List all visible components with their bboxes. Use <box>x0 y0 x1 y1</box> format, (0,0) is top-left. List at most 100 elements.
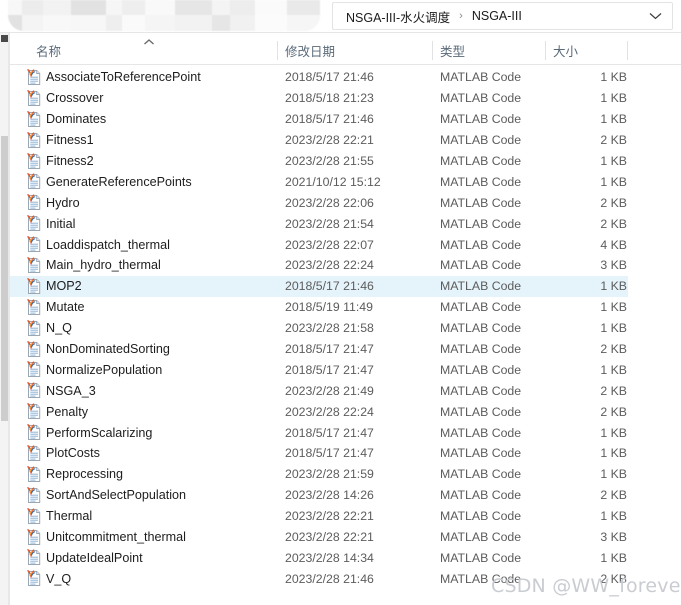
file-name-cell: Thermal <box>46 509 93 524</box>
redacted-block <box>106 15 122 31</box>
table-row[interactable]: Dominates 2018/5/17 21:46 MATLAB Code 1 KB <box>10 109 628 130</box>
column-header-date-modified[interactable]: 修改日期 <box>285 36 335 65</box>
file-name-cell: Penalty <box>46 404 89 419</box>
breadcrumb-item-current[interactable]: NSGA-III <box>469 7 525 25</box>
file-size-cell: 1 KB <box>600 550 627 565</box>
table-row[interactable]: PlotCosts 2018/5/17 21:47 MATLAB Code 1 KB <box>10 443 628 464</box>
file-type-cell: MATLAB Code <box>440 509 522 524</box>
file-date-cell: 2023/2/28 22:24 <box>285 258 374 273</box>
file-list[interactable]: AssociateToReferencePoint 2018/5/17 21:46… <box>10 67 681 605</box>
file-type-cell: MATLAB Code <box>440 237 522 252</box>
file-date-cell: 2018/5/17 21:47 <box>285 342 374 357</box>
table-row[interactable]: NSGA_3 2023/2/28 21:49 MATLAB Code 2 KB <box>10 380 628 401</box>
redacted-block <box>43 15 71 31</box>
column-divider-1[interactable] <box>277 41 278 60</box>
file-type-cell: MATLAB Code <box>440 467 522 482</box>
table-row[interactable]: Fitness1 2023/2/28 22:21 MATLAB Code 2 KB <box>10 130 628 151</box>
file-date-cell: 2018/5/19 11:49 <box>285 300 373 315</box>
redacted-block <box>22 15 43 31</box>
file-name-cell: AssociateToReferencePoint <box>46 70 201 85</box>
file-date-cell: 2023/2/28 14:26 <box>285 488 374 503</box>
column-header-size[interactable]: 大小 <box>553 36 578 65</box>
matlab-file-icon <box>26 194 42 211</box>
matlab-file-icon <box>26 361 42 378</box>
matlab-file-icon <box>26 382 42 399</box>
file-name-cell: NonDominatedSorting <box>46 342 170 357</box>
table-row[interactable]: AssociateToReferencePoint 2018/5/17 21:46… <box>10 67 628 88</box>
matlab-file-icon <box>26 298 42 316</box>
table-row[interactable]: GenerateReferencePoints 2021/10/12 15:12 M… <box>10 171 628 192</box>
navigation-pane-scrollbar[interactable] <box>0 33 9 605</box>
file-date-cell: 2021/10/12 15:12 <box>285 174 381 189</box>
table-row[interactable]: Initial 2023/2/28 21:54 MATLAB Code 2 KB <box>10 213 628 234</box>
table-row[interactable]: MOP2 2018/5/17 21:46 MATLAB Code 1 KB <box>10 275 628 297</box>
table-row[interactable]: V_Q 2023/2/28 21:46 MATLAB Code 2 KB <box>10 568 628 589</box>
file-type-cell: MATLAB Code <box>440 530 522 545</box>
redacted-block <box>145 15 175 31</box>
matlab-file-icon <box>26 89 42 107</box>
matlab-file-icon <box>26 257 42 274</box>
explorer-toolbar: NSGA-III-水火调度 › NSGA-III <box>0 0 681 33</box>
file-name-cell: Loaddispatch_thermal <box>46 237 170 252</box>
file-name-cell: Hydro <box>46 195 80 210</box>
table-row[interactable]: Crossover 2018/5/18 21:23 MATLAB Code 1 KB <box>10 88 628 109</box>
file-explorer-window: NSGA-III-水火调度 › NSGA-III 名称 修改日期 类型 大小 A… <box>0 0 681 605</box>
table-row[interactable]: NonDominatedSorting 2018/5/17 21:47 MATLAB… <box>10 339 628 360</box>
address-bar[interactable]: NSGA-III-水火调度 › NSGA-III <box>332 2 673 30</box>
file-type-cell: MATLAB Code <box>440 321 522 336</box>
file-name-cell: PerformScalarizing <box>46 425 153 440</box>
table-row[interactable]: Unitcommitment_thermal 2023/2/28 22:21 MAT… <box>10 527 628 548</box>
file-size-cell: 4 KB <box>600 237 627 252</box>
file-date-cell: 2023/2/28 21:58 <box>285 321 374 336</box>
column-header-row: 名称 修改日期 类型 大小 <box>10 36 681 65</box>
breadcrumb-item-parent[interactable]: NSGA-III-水火调度 <box>343 5 453 28</box>
file-type-cell: MATLAB Code <box>440 446 522 461</box>
matlab-file-icon <box>26 549 42 566</box>
file-date-cell: 2018/5/17 21:46 <box>285 112 374 127</box>
table-row[interactable]: Penalty 2023/2/28 22:24 MATLAB Code 2 KB <box>10 401 628 422</box>
blurred-redacted-toolbar-region <box>8 0 320 31</box>
file-size-cell: 2 KB <box>600 195 627 210</box>
scrollbar-up-arrow[interactable] <box>1 35 8 42</box>
matlab-file-icon <box>26 110 42 128</box>
matlab-file-icon <box>26 403 42 420</box>
table-row[interactable]: SortAndSelectPopulation 2023/2/28 14:26 MA… <box>10 485 628 506</box>
table-row[interactable]: Mutate 2018/5/19 11:49 MATLAB Code 1 KB <box>10 297 628 318</box>
table-row[interactable]: Hydro 2023/2/28 22:06 MATLAB Code 2 KB <box>10 192 628 213</box>
chevron-down-icon[interactable] <box>644 5 666 27</box>
file-date-cell: 2018/5/17 21:46 <box>285 70 374 85</box>
file-size-cell: 1 KB <box>600 362 627 377</box>
redacted-block <box>71 15 106 31</box>
matlab-file-icon <box>26 465 42 483</box>
matlab-file-icon <box>26 445 42 462</box>
column-divider-4[interactable] <box>627 41 628 60</box>
matlab-file-icon <box>26 131 42 149</box>
file-type-cell: MATLAB Code <box>440 216 522 231</box>
column-divider-2[interactable] <box>432 41 433 60</box>
table-row[interactable]: UpdateIdealPoint 2023/2/28 14:34 MATLAB Co… <box>10 547 628 568</box>
file-size-cell: 1 KB <box>600 425 627 440</box>
table-row[interactable]: Main_hydro_thermal 2023/2/28 22:24 MATLAB … <box>10 255 628 276</box>
table-row[interactable]: Fitness2 2023/2/28 21:55 MATLAB Code 1 KB <box>10 151 628 172</box>
scrollbar-thumb[interactable] <box>1 136 8 421</box>
file-type-cell: MATLAB Code <box>440 133 522 148</box>
file-size-cell: 1 KB <box>600 300 627 315</box>
file-type-cell: MATLAB Code <box>440 70 522 85</box>
matlab-file-icon <box>26 507 42 525</box>
table-row[interactable]: PerformScalarizing 2018/5/17 21:47 MATLAB … <box>10 422 628 443</box>
file-name-cell: Fitness2 <box>46 154 94 168</box>
table-row[interactable]: NormalizePopulation 2018/5/17 21:47 MATLAB… <box>10 359 628 380</box>
file-size-cell: 1 KB <box>600 279 627 294</box>
file-size-cell: 2 KB <box>600 571 627 586</box>
table-row[interactable]: Loaddispatch_thermal 2023/2/28 22:07 MATLA… <box>10 234 628 255</box>
table-row[interactable]: Reprocessing 2023/2/28 21:59 MATLAB Code 1 … <box>10 464 628 485</box>
column-divider-3[interactable] <box>545 41 546 60</box>
file-name-cell: Reprocessing <box>46 467 124 482</box>
table-row[interactable]: N_Q 2023/2/28 21:58 MATLAB Code 1 KB <box>10 318 628 339</box>
file-date-cell: 2018/5/17 21:47 <box>285 425 374 440</box>
table-row[interactable]: Thermal 2023/2/28 22:21 MATLAB Code 1 KB <box>10 506 628 527</box>
file-date-cell: 2018/5/17 21:47 <box>285 446 374 461</box>
column-header-name[interactable]: 名称 <box>36 36 61 65</box>
column-header-type[interactable]: 类型 <box>440 36 465 65</box>
redacted-block <box>122 15 145 31</box>
